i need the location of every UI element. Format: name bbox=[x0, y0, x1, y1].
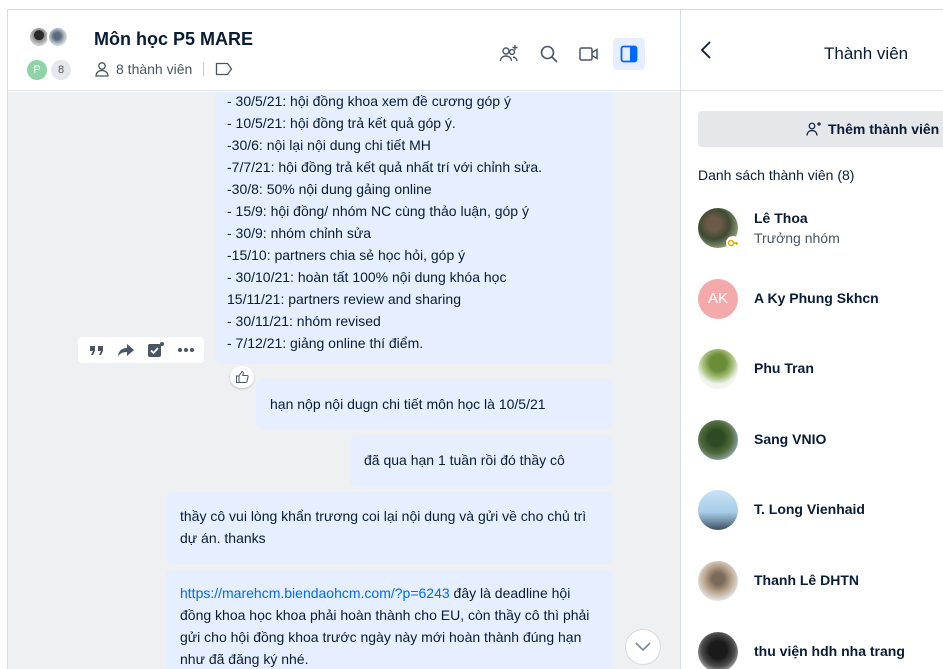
message-bubble[interactable]: đã qua hạn 1 tuần rồi đó thầy cô bbox=[350, 435, 613, 487]
member-name: Sang VNIO bbox=[754, 431, 827, 447]
message-line: -7/7/21: hội đồng trả kết quả nhất trí v… bbox=[227, 159, 543, 175]
quote-icon[interactable] bbox=[88, 342, 106, 358]
message-line: - 30/10/21: hoàn tất 100% nội dung khóa … bbox=[227, 269, 507, 285]
member-name: thu viện hdh nha trang bbox=[754, 643, 905, 659]
task-icon[interactable] bbox=[146, 341, 166, 359]
chevron-down-icon bbox=[635, 642, 651, 652]
avatar bbox=[698, 490, 738, 530]
member-count-label: 8 thành viên bbox=[116, 61, 193, 77]
message-line: -30/8: 50% nội dung gảing online bbox=[227, 181, 432, 197]
divider bbox=[203, 62, 205, 76]
member-name: T. Long Vienhaid bbox=[754, 501, 865, 517]
panel-header: Thành viên bbox=[681, 10, 943, 91]
message-line: - 30/5/21: hội đồng khoa xem đề cương gó… bbox=[227, 93, 511, 109]
back-icon[interactable] bbox=[695, 38, 719, 62]
message-line: - 10/5/21: hội đồng trả kết quả góp ý. bbox=[227, 115, 456, 131]
thumbs-up-icon bbox=[236, 370, 249, 383]
avatar bbox=[698, 632, 738, 669]
add-member-button[interactable] bbox=[493, 38, 525, 70]
message-line: 15/11/21: partners review and sharing bbox=[227, 291, 461, 307]
member-item[interactable]: Sang VNIO bbox=[698, 420, 943, 480]
tag-icon[interactable] bbox=[215, 62, 233, 76]
message-line: - 15/9: hội đồng/ nhóm NC cùng thảo luận… bbox=[227, 203, 529, 219]
avatar-letter-badge: P bbox=[27, 60, 47, 80]
member-name: Lê Thoa bbox=[754, 210, 808, 226]
avatar: AK bbox=[698, 279, 738, 319]
member-item[interactable]: Lê Thoa Trưởng nhóm bbox=[698, 208, 943, 268]
message-actions bbox=[78, 337, 204, 363]
add-member-icon bbox=[806, 122, 821, 136]
member-item[interactable]: thu viện hdh nha trang bbox=[698, 632, 943, 669]
chat-header: P 8 Môn học P5 MARE 8 thành viên bbox=[8, 10, 681, 91]
member-name: Thanh Lê DHTN bbox=[754, 572, 859, 588]
person-icon bbox=[95, 62, 109, 77]
panel-title: Thành viên bbox=[824, 44, 909, 63]
member-item[interactable]: T. Long Vienhaid bbox=[698, 490, 943, 550]
message-bubble[interactable]: hạn nộp nội dugn chi tiết môn học là 10/… bbox=[256, 379, 613, 429]
avatar bbox=[698, 420, 738, 460]
members-panel: Thành viên Thêm thành viên Danh sách thà… bbox=[680, 9, 943, 669]
message-bubble[interactable]: https://marehcm.biendaohcm.com/?p=6243 đ… bbox=[166, 569, 613, 669]
header-actions bbox=[493, 38, 645, 70]
member-count[interactable]: 8 thành viên bbox=[94, 61, 233, 77]
member-role: Trưởng nhóm bbox=[754, 230, 840, 246]
add-member-label: Thêm thành viên bbox=[828, 121, 940, 137]
add-member-icon bbox=[499, 45, 518, 62]
sidebar-toggle-icon bbox=[620, 45, 638, 63]
message-link[interactable]: https://marehcm.biendaohcm.com/?p=6243 bbox=[180, 585, 450, 601]
message-bubble[interactable]: thầy cô vui lòng khẩn trương coi lại nội… bbox=[166, 492, 613, 564]
message-line: - 7/12/21: giảng online thí điểm. bbox=[227, 335, 424, 351]
scroll-to-bottom-button[interactable] bbox=[625, 629, 661, 665]
key-icon bbox=[726, 236, 740, 250]
message-bubble[interactable]: - 30/5/21: hội đồng khoa xem đề cương gó… bbox=[215, 92, 613, 364]
video-call-icon bbox=[579, 47, 598, 61]
reaction-like[interactable] bbox=[230, 366, 254, 388]
group-avatar[interactable] bbox=[28, 26, 82, 56]
member-item[interactable]: Thanh Lê DHTN bbox=[698, 561, 943, 621]
member-item[interactable]: AK A Ky Phung Skhcn bbox=[698, 279, 943, 339]
chat-window: P 8 Môn học P5 MARE 8 thành viên - 30/5/… bbox=[7, 9, 681, 669]
message-line: -30/6: nội lại nội dung chi tiết MH bbox=[227, 137, 431, 153]
forward-icon[interactable] bbox=[117, 342, 135, 358]
member-list-title: Danh sách thành viên (8) bbox=[698, 167, 855, 183]
member-name: A Ky Phung Skhcn bbox=[754, 290, 879, 306]
member-name: Phu Tran bbox=[754, 360, 814, 376]
message-line: - 30/11/21: nhóm revised bbox=[227, 313, 381, 329]
message-line: -15/10: partners chia sẻ học hỏi, góp ý bbox=[227, 247, 466, 263]
video-call-button[interactable] bbox=[573, 38, 605, 70]
more-icon[interactable] bbox=[177, 347, 195, 353]
message-line: - 30/9: nhóm chỉnh sửa bbox=[227, 225, 372, 241]
member-avatar bbox=[47, 26, 69, 48]
add-member-button[interactable]: Thêm thành viên bbox=[698, 111, 943, 147]
avatar-count-badge: 8 bbox=[51, 60, 71, 80]
sidebar-toggle-button[interactable] bbox=[613, 38, 645, 70]
search-button[interactable] bbox=[533, 38, 565, 70]
avatar bbox=[698, 349, 738, 389]
message-list[interactable]: - 30/5/21: hội đồng khoa xem đề cương gó… bbox=[8, 92, 681, 669]
avatar bbox=[698, 561, 738, 601]
chat-title[interactable]: Môn học P5 MARE bbox=[94, 29, 253, 50]
search-icon bbox=[540, 45, 558, 63]
member-item[interactable]: Phu Tran bbox=[698, 349, 943, 409]
